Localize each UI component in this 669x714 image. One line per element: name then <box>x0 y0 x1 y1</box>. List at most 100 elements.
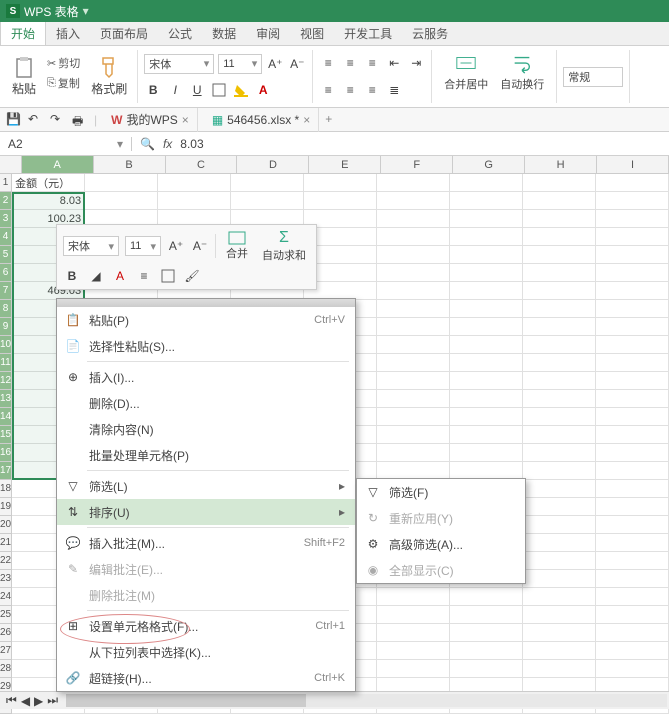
tab-data[interactable]: 数据 <box>202 22 246 45</box>
save-icon[interactable]: 💾 <box>6 112 22 128</box>
cell[interactable] <box>596 372 669 390</box>
fill-color-button[interactable] <box>232 81 250 99</box>
font-color-button[interactable]: A <box>254 81 272 99</box>
name-box[interactable]: A2 ▾ <box>0 137 132 151</box>
cell[interactable] <box>377 624 450 642</box>
cell[interactable] <box>450 246 523 264</box>
ctx-format-cells[interactable]: ⊞ 设置单元格格式(F)... Ctrl+1 <box>57 613 355 639</box>
italic-button[interactable]: I <box>166 81 184 99</box>
close-icon[interactable]: × <box>303 113 310 127</box>
cell[interactable] <box>596 642 669 660</box>
mini-decrease-font[interactable]: A⁻ <box>191 237 209 255</box>
mini-fill-color[interactable]: ◢ <box>87 267 105 285</box>
cell[interactable] <box>596 426 669 444</box>
cell[interactable] <box>377 408 450 426</box>
ctx-pick-list[interactable]: 从下拉列表中选择(K)... <box>57 639 355 665</box>
cell[interactable] <box>450 426 523 444</box>
col-header-B[interactable]: B <box>94 156 166 173</box>
redo-icon[interactable]: ↷ <box>50 112 66 128</box>
font-name-selector[interactable]: 宋体▾ <box>144 54 214 74</box>
cell[interactable] <box>596 264 669 282</box>
auto-wrap-button[interactable]: 自动换行 <box>494 50 550 103</box>
cell[interactable]: 8.03 <box>12 192 85 210</box>
cell[interactable] <box>523 372 596 390</box>
ctx-batch[interactable]: 批量处理单元格(P) <box>57 442 355 468</box>
ctx-clear[interactable]: 清除内容(N) <box>57 416 355 442</box>
sheet-nav-next-icon[interactable]: ▶ <box>34 694 43 708</box>
cell[interactable] <box>377 264 450 282</box>
underline-button[interactable]: U <box>188 81 206 99</box>
cell[interactable] <box>523 264 596 282</box>
undo-icon[interactable]: ↶ <box>28 112 44 128</box>
row-header[interactable]: 13 <box>0 390 11 408</box>
row-header[interactable]: 26 <box>0 624 11 642</box>
cell[interactable] <box>596 498 669 516</box>
row-header[interactable]: 2 <box>0 192 11 210</box>
row-header[interactable]: 10 <box>0 336 11 354</box>
justify-button[interactable]: ≣ <box>385 81 403 99</box>
row-header[interactable]: 4 <box>0 228 11 246</box>
cell[interactable] <box>85 174 158 192</box>
row-header[interactable]: 11 <box>0 354 11 372</box>
cell[interactable] <box>596 282 669 300</box>
cell[interactable] <box>523 336 596 354</box>
row-header[interactable]: 14 <box>0 408 11 426</box>
cell[interactable] <box>523 318 596 336</box>
cell[interactable] <box>158 174 231 192</box>
sheet-nav-prev-icon[interactable]: ◀ <box>21 694 30 708</box>
cell[interactable] <box>596 246 669 264</box>
cell[interactable] <box>596 552 669 570</box>
row-header[interactable]: 27 <box>0 642 11 660</box>
tab-layout[interactable]: 页面布局 <box>90 22 158 45</box>
cell[interactable] <box>523 174 596 192</box>
merge-center-button[interactable]: 合并居中 <box>438 50 494 103</box>
cell[interactable] <box>523 282 596 300</box>
tab-start[interactable]: 开始 <box>0 22 46 45</box>
align-middle-button[interactable]: ≡ <box>341 54 359 72</box>
cell[interactable] <box>523 480 596 498</box>
align-top-button[interactable]: ≡ <box>319 54 337 72</box>
cut-button[interactable]: ✂剪切 <box>44 54 83 72</box>
cell[interactable] <box>596 606 669 624</box>
cell[interactable] <box>377 174 450 192</box>
cell[interactable] <box>523 228 596 246</box>
file-tab-mywps[interactable]: W 我的WPS × <box>103 108 198 132</box>
sheet-nav-last-icon[interactable]: ⏭ <box>47 693 58 708</box>
row-header[interactable]: 22 <box>0 552 11 570</box>
cell[interactable] <box>523 552 596 570</box>
cell[interactable]: 金额（元） <box>12 174 85 192</box>
row-header[interactable]: 17 <box>0 462 11 480</box>
horizontal-scrollbar[interactable]: ⏮ ◀ ▶ ⏭ <box>0 691 669 709</box>
mini-font-name[interactable]: 宋体▾ <box>63 236 119 256</box>
col-header-E[interactable]: E <box>309 156 381 173</box>
row-header[interactable]: 1 <box>0 174 11 192</box>
cell[interactable] <box>231 192 304 210</box>
align-center-button[interactable]: ≡ <box>341 81 359 99</box>
row-header[interactable]: 16 <box>0 444 11 462</box>
cell[interactable] <box>450 390 523 408</box>
ctx-paste-special[interactable]: 📄 选择性粘贴(S)... <box>57 333 355 359</box>
indent-right-button[interactable]: ⇥ <box>407 54 425 72</box>
row-header[interactable]: 15 <box>0 426 11 444</box>
chevron-down-icon[interactable]: ▾ <box>117 137 123 151</box>
fx-icon[interactable]: fx <box>163 137 172 151</box>
mini-font-color[interactable]: A <box>111 267 129 285</box>
cell[interactable] <box>523 588 596 606</box>
sub-filter[interactable]: ▽ 筛选(F) <box>357 479 525 505</box>
cell[interactable] <box>450 264 523 282</box>
tab-cloud[interactable]: 云服务 <box>402 22 458 45</box>
format-painter-button[interactable]: 格式刷 <box>87 54 131 99</box>
cell[interactable] <box>596 624 669 642</box>
col-header-D[interactable]: D <box>237 156 309 173</box>
cell[interactable] <box>523 642 596 660</box>
col-header-H[interactable]: H <box>525 156 597 173</box>
cell[interactable] <box>596 354 669 372</box>
cell[interactable] <box>450 354 523 372</box>
cell[interactable] <box>596 480 669 498</box>
cell[interactable] <box>523 498 596 516</box>
cell[interactable] <box>450 372 523 390</box>
dropdown-icon[interactable]: ▾ <box>83 4 89 18</box>
cell[interactable] <box>596 570 669 588</box>
cell[interactable] <box>450 660 523 678</box>
cell[interactable] <box>596 444 669 462</box>
